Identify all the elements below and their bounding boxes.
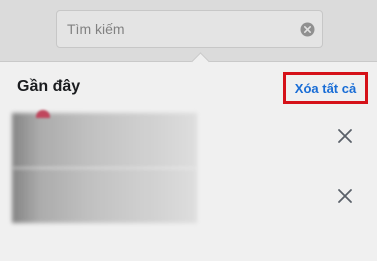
search-input[interactable]: Tìm kiếm: [56, 10, 323, 48]
close-icon[interactable]: [335, 126, 355, 146]
clear-all-button[interactable]: Xóa tất cả: [283, 72, 368, 104]
close-icon[interactable]: [335, 186, 355, 206]
top-bar: Tìm kiếm: [0, 0, 377, 62]
list-item[interactable]: [12, 110, 197, 168]
clear-search-icon[interactable]: [300, 22, 315, 37]
list-item[interactable]: [12, 168, 197, 223]
avatar: [36, 110, 50, 118]
recent-searches-panel: Gần đây Xóa tất cả: [0, 61, 377, 262]
blurred-thumbnail: [12, 168, 197, 223]
search-placeholder: Tìm kiếm: [67, 21, 125, 37]
blurred-thumbnail: [12, 113, 197, 168]
panel-title: Gần đây: [17, 78, 81, 95]
